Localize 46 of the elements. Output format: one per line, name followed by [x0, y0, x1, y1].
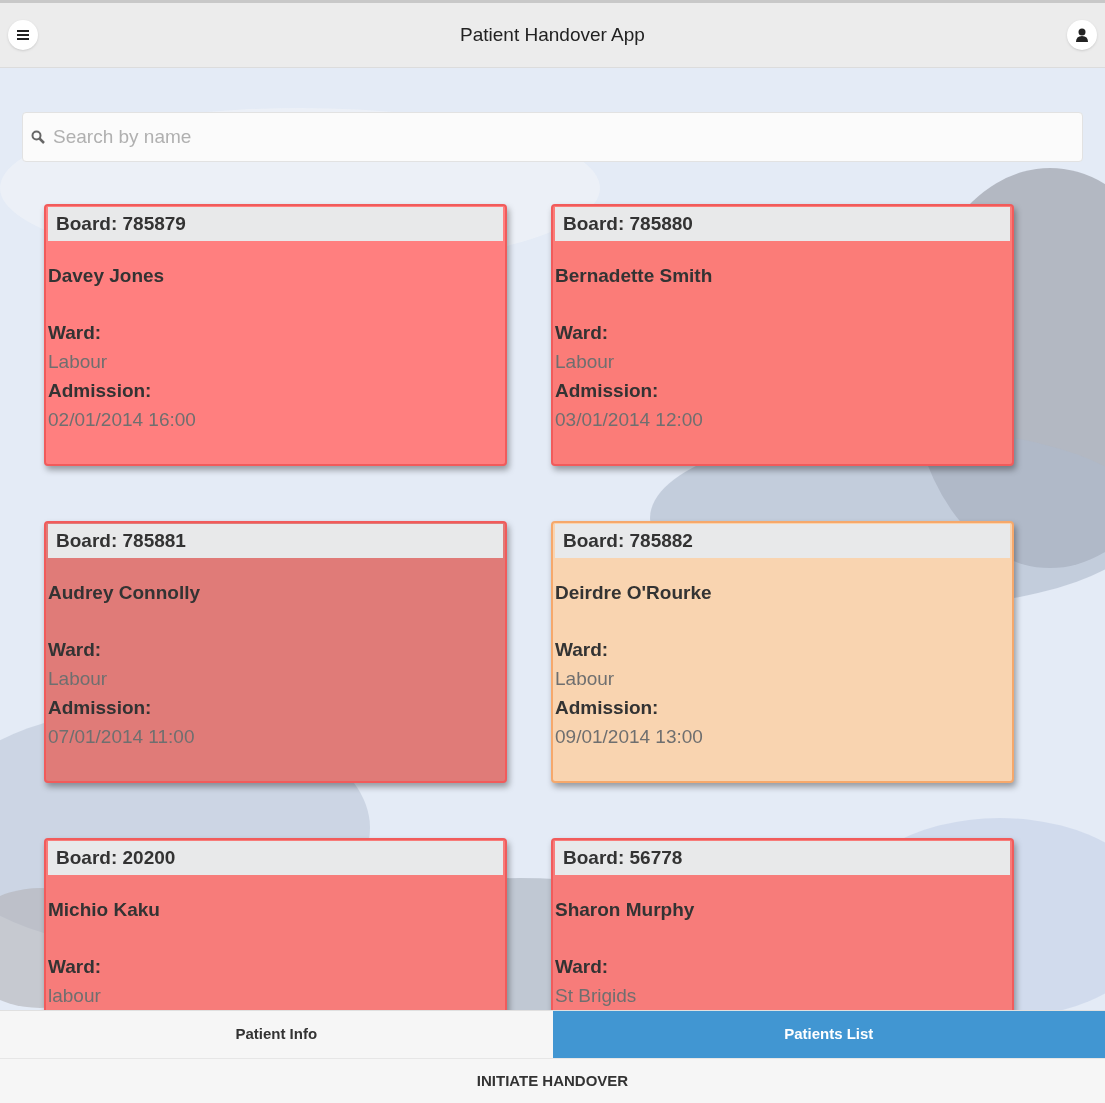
patient-card[interactable]: Board: 56778 Sharon Murphy Ward: St Brigids [551, 838, 1014, 1010]
patient-name: Michio Kaku [48, 898, 161, 922]
patient-name: Audrey Connolly [48, 581, 201, 605]
admission-value: 07/01/2014 11:00 [48, 725, 196, 749]
menu-icon [17, 29, 29, 41]
admission-label: Admission: [48, 379, 153, 403]
admission-value: 03/01/2014 12:00 [555, 408, 704, 432]
ward-label: Ward: [555, 638, 610, 662]
ward-value: Labour [48, 350, 109, 374]
ward-value: Labour [555, 667, 616, 691]
ward-value: labour [48, 984, 102, 1008]
initiate-handover-button[interactable]: INITIATE HANDOVER [0, 1058, 1105, 1103]
patient-name: Bernadette Smith [555, 264, 714, 288]
ward-label: Ward: [48, 638, 103, 662]
patient-name: Deirdre O'Rourke [555, 581, 713, 605]
search-field[interactable]: Search by name [22, 112, 1083, 162]
ward-label: Ward: [555, 321, 610, 345]
ward-value: Labour [555, 350, 616, 374]
board-number: Board: 785882 [555, 524, 1010, 558]
patient-card[interactable]: Board: 20200 Michio Kaku Ward: labour [44, 838, 507, 1010]
ward-label: Ward: [48, 955, 103, 979]
board-number: Board: 785879 [48, 207, 503, 241]
ward-value: St Brigids [555, 984, 638, 1008]
profile-button[interactable] [1067, 20, 1097, 50]
ward-label: Ward: [48, 321, 103, 345]
admission-label: Admission: [48, 696, 153, 720]
patient-name: Sharon Murphy [555, 898, 696, 922]
board-number: Board: 56778 [555, 841, 1010, 875]
app-title: Patient Handover App [460, 22, 645, 47]
board-number: Board: 20200 [48, 841, 503, 875]
patient-card[interactable]: Board: 785879 Davey Jones Ward: Labour Admission: 02/01/2014 16:00 [44, 204, 507, 466]
admission-label: Admission: [555, 379, 660, 403]
board-number: Board: 785881 [48, 524, 503, 558]
ward-value: Labour [48, 667, 109, 691]
ward-label: Ward: [555, 955, 610, 979]
admission-value: 02/01/2014 16:00 [48, 408, 197, 432]
patient-card[interactable]: Board: 785882 Deirdre O'Rourke Ward: Labour Admission: 09/01/2014 13:00 [551, 521, 1014, 783]
user-icon [1076, 28, 1088, 42]
search-icon [31, 130, 45, 144]
admission-value: 09/01/2014 13:00 [555, 725, 704, 749]
patient-card[interactable]: Board: 785881 Audrey Connolly Ward: Labour Admission: 07/01/2014 11:00 [44, 521, 507, 783]
patient-card[interactable]: Board: 785880 Bernadette Smith Ward: Labour Admission: 03/01/2014 12:00 [551, 204, 1014, 466]
admission-label: Admission: [555, 696, 660, 720]
menu-button[interactable] [8, 20, 38, 50]
board-number: Board: 785880 [555, 207, 1010, 241]
patient-name: Davey Jones [48, 264, 166, 288]
